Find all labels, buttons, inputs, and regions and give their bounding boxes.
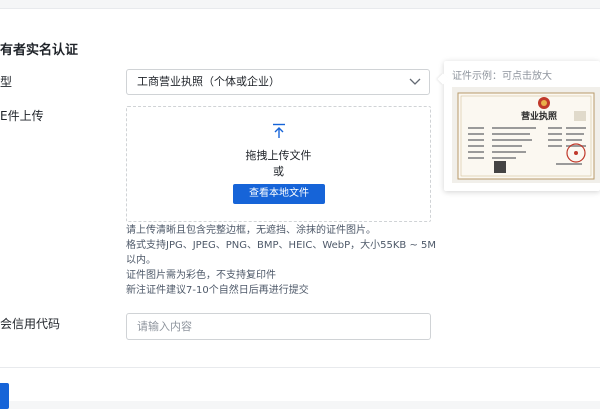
license-title: 营业执照 xyxy=(521,110,557,122)
form-card: 有者实名认证 型 工商营业执照（个体或企业） 证件示例：可点击放大 营业执照 E… xyxy=(0,8,600,409)
upload-or-text: 或 xyxy=(273,165,284,178)
upload-hint-line: 新注证件建议7-10个自然日后再进行提交 xyxy=(126,285,309,296)
license-example-image[interactable]: 营业执照 xyxy=(452,87,600,183)
upload-hint-line: 请上传清晰且包含完整边框，无遮挡、涂抹的证件图片。 xyxy=(126,225,376,236)
cert-type-select[interactable]: 工商营业执照（个体或企业） xyxy=(126,69,430,95)
upload-hint-line: 证件图片需为彩色，不支持复印件 xyxy=(126,270,276,281)
upload-icon xyxy=(273,123,285,138)
upload-label: E件上传 xyxy=(0,109,44,123)
browse-local-files-button[interactable]: 查看本地文件 xyxy=(233,184,325,204)
credit-code-label: 会信用代码 xyxy=(0,317,61,331)
footer-divider xyxy=(0,367,600,368)
section-title: 有者实名认证 xyxy=(0,43,79,58)
upload-dropzone[interactable]: 拖拽上传文件 或 查看本地文件 xyxy=(126,106,431,222)
license-illustration: 营业执照 xyxy=(457,92,595,180)
chevron-down-icon xyxy=(409,78,421,85)
credit-code-input[interactable] xyxy=(126,313,431,340)
upload-drag-text: 拖拽上传文件 xyxy=(245,149,312,162)
upload-hint-line: 以内。 xyxy=(126,255,156,266)
cert-type-value: 工商营业执照（个体或企业） xyxy=(137,75,280,88)
upload-hint-line: 格式支持JPG、JPEG、PNG、BMP、HEIC、WebP，大小55KB ~ … xyxy=(126,240,437,251)
popover-arrow xyxy=(437,73,449,85)
example-popover: 证件示例：可点击放大 营业执照 xyxy=(437,61,600,191)
example-caption: 证件示例：可点击放大 xyxy=(452,71,552,82)
submit-button[interactable] xyxy=(0,383,9,409)
cert-type-label: 型 xyxy=(0,75,13,89)
